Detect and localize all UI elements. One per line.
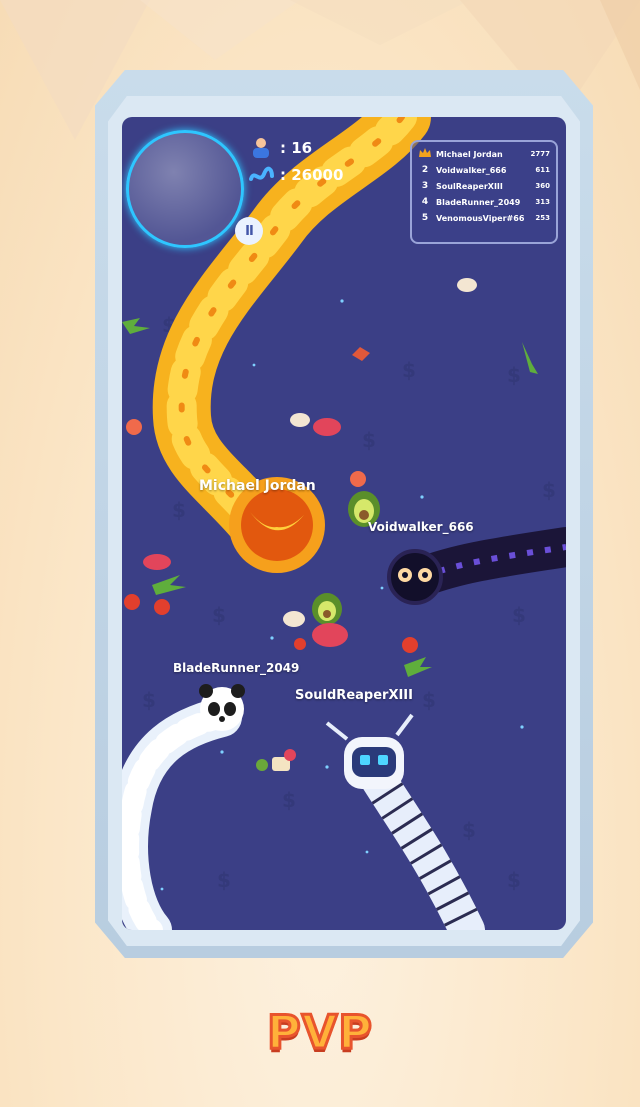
leaderboard-rank: 4 bbox=[421, 197, 429, 207]
svg-text:$: $ bbox=[362, 428, 376, 452]
svg-text:$: $ bbox=[507, 868, 521, 892]
leaderboard-name: VenomousViper#666 bbox=[436, 213, 524, 223]
player-count-value: : 16 bbox=[280, 139, 313, 157]
leaderboard-rank: 2 bbox=[421, 165, 429, 175]
player-count: : 16 bbox=[248, 137, 312, 159]
svg-text:$: $ bbox=[282, 788, 296, 812]
leaderboard-name: SoulReaperXIII bbox=[436, 181, 503, 191]
score-value: : 26000 bbox=[280, 166, 344, 184]
svg-text:$: $ bbox=[422, 688, 436, 712]
minimap[interactable] bbox=[126, 130, 244, 248]
leaderboard-name: BladeRunner_2049 bbox=[436, 197, 521, 207]
player-name-void: Voidwalker_666 bbox=[368, 520, 474, 534]
svg-text:$: $ bbox=[217, 868, 231, 892]
leaderboard-row: 3 SoulReaperXIII 360 bbox=[418, 178, 550, 194]
svg-text:$: $ bbox=[212, 603, 226, 627]
svg-text:$: $ bbox=[142, 688, 156, 712]
svg-text:$: $ bbox=[542, 478, 556, 502]
player-name-robot: SouldReaperXIII bbox=[295, 688, 413, 703]
leaderboard-name: Michael Jordan bbox=[436, 149, 503, 159]
leaderboard-rank: 3 bbox=[421, 181, 429, 191]
robot-snake bbox=[325, 713, 485, 930]
void-snake bbox=[387, 527, 566, 605]
leaderboard-rank: 5 bbox=[421, 213, 429, 223]
players-icon bbox=[253, 138, 269, 158]
leaderboard-name: Voidwalker_666 bbox=[436, 165, 507, 175]
panda-snake bbox=[122, 684, 245, 930]
worm-score-icon bbox=[249, 166, 274, 181]
svg-text:$: $ bbox=[507, 363, 521, 387]
svg-text:$: $ bbox=[512, 603, 526, 627]
leaderboard-row: 4 BladeRunner_2049 313 bbox=[418, 194, 550, 210]
leaderboard-row: Michael Jordan 2777 bbox=[418, 146, 550, 162]
leaderboard: Michael Jordan 2777 2 Voidwalker_666 611… bbox=[410, 140, 558, 244]
leaderboard-score: 2777 bbox=[530, 150, 550, 158]
svg-text:$: $ bbox=[172, 498, 186, 522]
leaderboard-row: 5 VenomousViper#666 253 bbox=[418, 210, 550, 226]
player-name-panda: BladeRunner_2049 bbox=[173, 661, 300, 675]
game-arena[interactable]: $ $ $ $ $ $ $ $ $ $ $ $ $ $ II: 16: 26… bbox=[122, 117, 566, 930]
leaderboard-score: 611 bbox=[535, 166, 550, 174]
mode-title: PVP bbox=[265, 1004, 374, 1061]
score-display: : 26000 bbox=[248, 164, 343, 186]
leaderboard-score: 360 bbox=[535, 182, 550, 190]
crown-icon bbox=[419, 147, 431, 157]
player-name-fire: Michael Jordan bbox=[199, 478, 316, 494]
leaderboard-row: 2 Voidwalker_666 611 bbox=[418, 162, 550, 178]
svg-text:$: $ bbox=[402, 358, 416, 382]
pause-button[interactable]: II bbox=[235, 217, 263, 245]
leaderboard-score: 313 bbox=[535, 198, 550, 206]
leaderboard-score: 253 bbox=[535, 214, 550, 222]
svg-text:$: $ bbox=[462, 818, 476, 842]
